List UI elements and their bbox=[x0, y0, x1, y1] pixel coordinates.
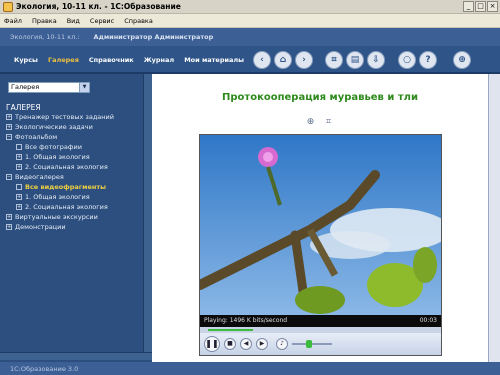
tree-item-label: Экологические задачи bbox=[15, 123, 93, 131]
tree-heading: ГАЛЕРЕЯ bbox=[6, 102, 41, 112]
video-frame[interactable] bbox=[200, 135, 441, 315]
tree-item[interactable]: + Демонстрации bbox=[6, 222, 144, 232]
user-name: Администратор Администратор bbox=[93, 33, 214, 41]
tree-item-label: Все видеофрагменты bbox=[25, 183, 107, 191]
tree-item[interactable]: Все фотографии bbox=[6, 142, 144, 152]
previous-button[interactable]: ◀ bbox=[240, 338, 252, 350]
tree-item-selected[interactable]: Все видеофрагменты bbox=[6, 182, 144, 192]
back-icon[interactable]: ‹ bbox=[253, 51, 271, 69]
seek-progress bbox=[208, 329, 253, 331]
menu-edit[interactable]: Правка bbox=[32, 17, 57, 25]
tree-item[interactable]: − Видеогалерея bbox=[6, 172, 144, 182]
tree-item-label: Видеогалерея bbox=[15, 173, 64, 181]
export-icon[interactable]: ⇩ bbox=[367, 51, 385, 69]
expand-icon[interactable]: + bbox=[6, 214, 12, 220]
tree-item-label: 1. Общая экология bbox=[25, 193, 90, 201]
expand-icon[interactable]: + bbox=[16, 154, 22, 160]
section-select[interactable]: Галерея ▼ bbox=[8, 82, 90, 93]
next-button[interactable]: ▶ bbox=[256, 338, 268, 350]
search-icon[interactable]: ○ bbox=[398, 51, 416, 69]
chevron-down-icon[interactable]: ▼ bbox=[79, 83, 89, 92]
menu-view[interactable]: Вид bbox=[67, 17, 80, 25]
tree-item-label: 1. Общая экология bbox=[25, 153, 90, 161]
print-icon[interactable]: ▤ bbox=[346, 51, 364, 69]
tree-item[interactable]: +2. Социальная экология bbox=[6, 202, 144, 212]
volume-slider[interactable] bbox=[292, 340, 332, 348]
expand-icon[interactable]: + bbox=[16, 164, 22, 170]
mute-button[interactable]: ♪ bbox=[276, 338, 288, 350]
expand-icon[interactable]: + bbox=[16, 194, 22, 200]
tab-gallery[interactable]: Галерея bbox=[44, 54, 83, 66]
menu-bar: Файл Правка Вид Сервис Справка bbox=[0, 14, 500, 28]
playback-time: 00:03 bbox=[419, 317, 437, 324]
help-icon[interactable]: ? bbox=[419, 51, 437, 69]
tree-item-label: 2. Социальная экология bbox=[25, 203, 108, 211]
stop-button[interactable]: ■ bbox=[224, 338, 236, 350]
tab-courses[interactable]: Курсы bbox=[10, 54, 42, 66]
footer-text: 1С:Образование 3.0 bbox=[10, 364, 79, 373]
collapse-icon[interactable]: − bbox=[6, 134, 12, 140]
player-status-bar: Playing: 1496 K bits/second 00:03 bbox=[200, 315, 441, 327]
menu-service[interactable]: Сервис bbox=[90, 17, 114, 25]
minimize-button[interactable]: _ bbox=[463, 1, 474, 12]
player-controls: ❚❚ ■ ◀ ▶ ♪ bbox=[200, 333, 441, 355]
playback-status: Playing: 1496 K bits/second bbox=[204, 317, 288, 324]
fit-to-window-icon[interactable]: ⌗ bbox=[322, 116, 335, 129]
leaf-icon bbox=[16, 144, 22, 150]
menu-help[interactable]: Справка bbox=[124, 17, 153, 25]
course-name: Экология, 10-11 кл.: bbox=[10, 33, 80, 41]
nav-bar: Курсы Галерея Справочник Журнал Мои мате… bbox=[0, 46, 500, 74]
volume-knob[interactable] bbox=[305, 340, 312, 348]
status-bar: 1С:Образование 3.0 bbox=[0, 362, 500, 375]
home-icon[interactable]: ⌂ bbox=[274, 51, 292, 69]
sidebar-horizontal-scrollbar[interactable] bbox=[0, 352, 152, 360]
app-icon bbox=[3, 1, 13, 12]
window-title: Экология, 10-11 кл. - 1С:Образование bbox=[16, 2, 181, 11]
content-vertical-scrollbar[interactable] bbox=[488, 74, 500, 362]
video-player: Playing: 1496 K bits/second 00:03 ❚❚ ■ ◀… bbox=[199, 134, 442, 356]
leaf-icon bbox=[16, 184, 22, 190]
tree-item[interactable]: +2. Социальная экология bbox=[6, 162, 144, 172]
tree-item-label: Тренажер тестовых заданий bbox=[15, 113, 114, 121]
content-pane: Протокооперация муравьев и тли ⊕ ⌗ Playi… bbox=[152, 74, 488, 362]
close-button[interactable]: × bbox=[487, 1, 498, 12]
tree-item[interactable]: − Фотоальбом bbox=[6, 132, 144, 142]
video-image bbox=[200, 135, 441, 315]
zoom-in-icon[interactable]: ⊕ bbox=[304, 116, 317, 129]
course-header: Экология, 10-11 кл.: Администратор Админ… bbox=[0, 28, 500, 46]
tree-item[interactable]: + Виртуальные экскурсии bbox=[6, 212, 144, 222]
crop-icon[interactable]: ⌗ bbox=[325, 51, 343, 69]
tree-item[interactable]: + Экологические задачи bbox=[6, 122, 144, 132]
collapse-icon[interactable]: − bbox=[6, 174, 12, 180]
media-title: Протокооперация муравьев и тли bbox=[222, 92, 418, 103]
tab-my-materials[interactable]: Мои материалы bbox=[180, 54, 248, 66]
tab-reference[interactable]: Справочник bbox=[85, 54, 138, 66]
tab-journal[interactable]: Журнал bbox=[140, 54, 179, 66]
sidebar: Галерея ▼ ГАЛЕРЕЯ + Тренажер тестовых зад… bbox=[0, 74, 152, 362]
expand-icon[interactable]: + bbox=[6, 224, 12, 230]
tree-item-label: Виртуальные экскурсии bbox=[15, 213, 98, 221]
sidebar-vertical-scrollbar[interactable] bbox=[143, 74, 152, 352]
tree-item-label: 2. Социальная экология bbox=[25, 163, 108, 171]
forward-icon[interactable]: › bbox=[295, 51, 313, 69]
tree-item-label: Все фотографии bbox=[25, 143, 82, 151]
tree-item-label: Фотоальбом bbox=[15, 133, 58, 141]
zoom-icon[interactable]: ⊕ bbox=[453, 51, 471, 69]
tree-item[interactable]: + Тренажер тестовых заданий bbox=[6, 112, 144, 122]
tree-item-label: Демонстрации bbox=[15, 223, 66, 231]
menu-file[interactable]: Файл bbox=[4, 17, 22, 25]
pause-button[interactable]: ❚❚ bbox=[204, 336, 220, 352]
expand-icon[interactable]: + bbox=[6, 124, 12, 130]
app-window: Экология, 10-11 кл. - 1С:Образование _ □… bbox=[0, 0, 500, 375]
expand-icon[interactable]: + bbox=[6, 114, 12, 120]
tree-item[interactable]: +1. Общая экология bbox=[6, 152, 144, 162]
section-select-value: Галерея bbox=[11, 83, 40, 91]
maximize-button[interactable]: □ bbox=[475, 1, 486, 12]
gallery-tree: ГАЛЕРЕЯ + Тренажер тестовых заданий + Экол… bbox=[6, 102, 144, 232]
title-bar: Экология, 10-11 кл. - 1С:Образование _ □… bbox=[0, 0, 500, 14]
expand-icon[interactable]: + bbox=[16, 204, 22, 210]
tree-item[interactable]: +1. Общая экология bbox=[6, 192, 144, 202]
